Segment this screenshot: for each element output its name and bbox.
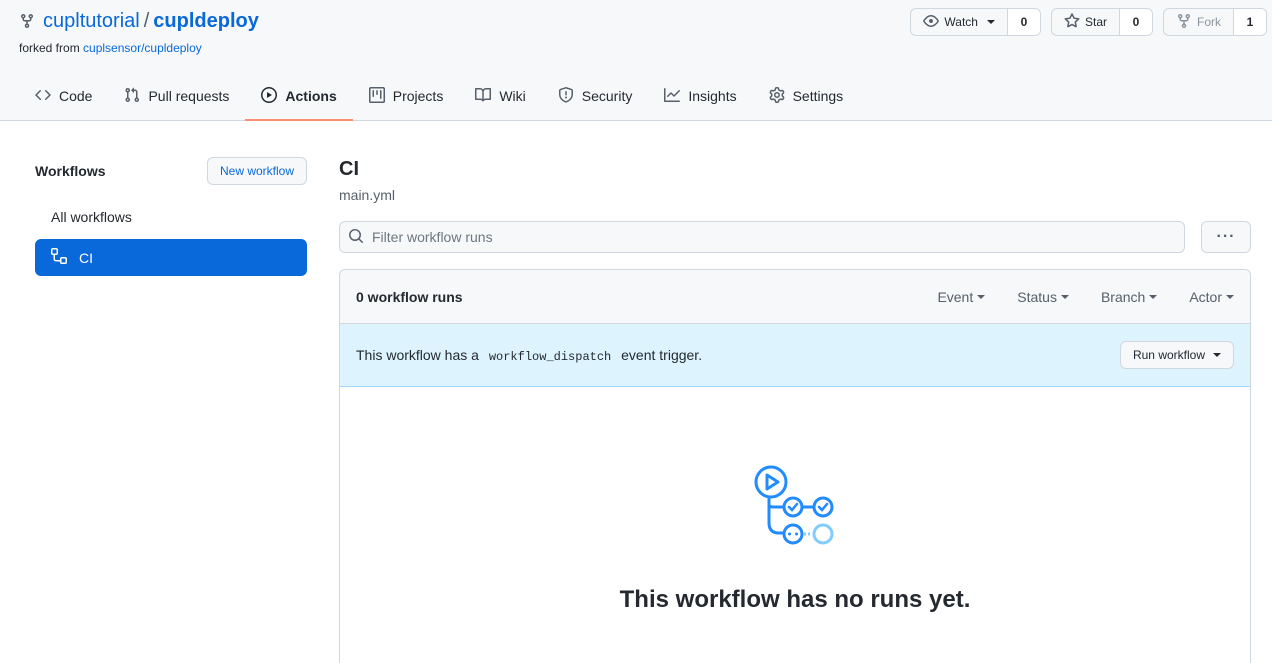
watch-button-group: Watch 0	[910, 8, 1041, 36]
dispatch-suffix: event trigger.	[621, 346, 703, 363]
forked-from-label: forked from	[19, 41, 80, 55]
fork-button[interactable]: Fork	[1164, 9, 1234, 35]
star-label: Star	[1084, 15, 1107, 29]
dispatch-banner: This workflow has a workflow_dispatch ev…	[340, 324, 1250, 387]
repo-title: cupltutorial / cupldeploy	[19, 8, 259, 34]
workflow-icon	[51, 248, 67, 267]
tab-actions-label: Actions	[285, 88, 337, 104]
repo-header: cupltutorial / cupldeploy forked from cu…	[0, 0, 1272, 121]
status-filter-label: Status	[1017, 288, 1057, 305]
fork-icon	[1176, 13, 1192, 32]
watch-button[interactable]: Watch	[911, 9, 1008, 35]
watch-label: Watch	[944, 15, 978, 29]
fork-count[interactable]: 1	[1234, 9, 1266, 35]
chevron-down-icon	[1213, 353, 1221, 357]
watch-count[interactable]: 0	[1007, 9, 1040, 35]
dispatch-prefix: This workflow has a	[356, 346, 479, 363]
chevron-down-icon	[1226, 294, 1234, 299]
repo-forked-icon	[19, 13, 35, 29]
empty-state: This workflow has no runs yet.	[340, 387, 1250, 614]
sidebar-item-label: All workflows	[51, 208, 132, 225]
shield-icon	[558, 86, 574, 106]
star-icon	[1064, 12, 1080, 32]
eye-icon	[923, 13, 940, 32]
run-workflow-button[interactable]: Run workflow	[1119, 341, 1234, 369]
star-count[interactable]: 0	[1120, 9, 1152, 35]
new-workflow-button[interactable]: New workflow	[206, 157, 307, 185]
sidebar-title: Workflows	[35, 163, 106, 179]
tab-projects-label: Projects	[392, 88, 444, 104]
branch-filter-label: Branch	[1100, 288, 1146, 305]
workflow-graph-icon	[754, 465, 836, 550]
repo-separator: /	[143, 10, 150, 32]
forked-from-link[interactable]: cuplsensor/cupldeploy	[83, 41, 202, 55]
dispatch-code: workflow_dispatch	[488, 349, 612, 364]
tab-wiki-label: Wiki	[499, 88, 526, 104]
tab-pull-requests-label: Pull requests	[148, 88, 230, 104]
repo-owner-link[interactable]: cupltutorial	[43, 8, 140, 34]
sidebar-header: Workflows New workflow	[35, 157, 307, 185]
empty-state-title: This workflow has no runs yet.	[619, 586, 971, 613]
runs-count: 0 workflow runs	[356, 288, 463, 305]
tab-pull-requests[interactable]: Pull requests	[108, 72, 245, 120]
workflows-sidebar: Workflows New workflow All workflows CI	[35, 157, 307, 276]
tab-actions[interactable]: Actions	[245, 72, 354, 121]
chevron-down-icon	[1060, 294, 1069, 299]
repo-actions: Watch 0 Star 0 Fork 1	[910, 8, 1267, 36]
forked-from: forked from cuplsensor/cupldeploy	[19, 41, 202, 55]
chevron-down-icon	[986, 20, 995, 24]
repo-nav: Code Pull requests Actions Projects Wiki…	[19, 72, 859, 121]
workflow-list: All workflows CI	[35, 198, 307, 276]
run-workflow-label: Run workflow	[1132, 348, 1205, 362]
branch-filter[interactable]: Branch	[1100, 288, 1158, 305]
code-icon	[35, 87, 51, 106]
sidebar-item-ci[interactable]: CI	[35, 239, 307, 276]
sidebar-item-all-workflows[interactable]: All workflows	[35, 198, 307, 235]
runs-header: 0 workflow runs Event Status Branch Acto…	[340, 270, 1250, 324]
repo-name-link[interactable]: cupldeploy	[153, 8, 259, 34]
tab-settings[interactable]: Settings	[753, 72, 860, 120]
tab-wiki[interactable]: Wiki	[459, 72, 541, 120]
filter-workflow-runs-input[interactable]	[372, 229, 1184, 245]
workflow-runs-box: 0 workflow runs Event Status Branch Acto…	[339, 269, 1251, 663]
tab-code[interactable]: Code	[19, 72, 108, 120]
table-icon	[368, 86, 385, 106]
fork-label: Fork	[1197, 15, 1221, 29]
filter-row: ···	[339, 221, 1251, 253]
actor-filter[interactable]: Actor	[1189, 289, 1234, 305]
fork-button-group: Fork 1	[1163, 8, 1267, 36]
search-icon	[348, 228, 364, 247]
tab-security-label: Security	[581, 88, 633, 104]
gear-icon	[769, 86, 785, 106]
event-filter-label: Event	[937, 288, 974, 305]
tab-insights[interactable]: Insights	[648, 72, 752, 120]
tab-settings-label: Settings	[792, 88, 844, 104]
tab-code-label: Code	[59, 88, 93, 104]
actor-filter-label: Actor	[1189, 288, 1222, 305]
book-icon	[475, 87, 492, 106]
dispatch-text: This workflow has a workflow_dispatch ev…	[356, 347, 702, 364]
chevron-down-icon	[977, 294, 986, 299]
more-options-button[interactable]: ···	[1201, 221, 1251, 253]
play-icon	[261, 86, 278, 106]
filter-box	[339, 221, 1185, 253]
tab-insights-label: Insights	[688, 88, 737, 104]
sidebar-item-label: CI	[79, 249, 93, 266]
star-button-group: Star 0	[1050, 8, 1153, 36]
run-filters: Event Status Branch Actor	[937, 289, 1234, 305]
git-pull-request-icon	[124, 87, 140, 106]
workflow-file-link[interactable]: main.yml	[339, 187, 1251, 203]
status-filter[interactable]: Status	[1017, 289, 1069, 305]
workflow-title: CI	[339, 158, 359, 180]
workflow-main: CI main.yml ··· 0 workflow runs Event St…	[339, 157, 1251, 663]
tab-security[interactable]: Security	[542, 72, 649, 120]
graph-icon	[664, 87, 681, 106]
star-button[interactable]: Star	[1052, 9, 1120, 35]
tab-projects[interactable]: Projects	[353, 72, 460, 120]
chevron-down-icon	[1149, 294, 1158, 299]
event-filter[interactable]: Event	[937, 288, 986, 305]
